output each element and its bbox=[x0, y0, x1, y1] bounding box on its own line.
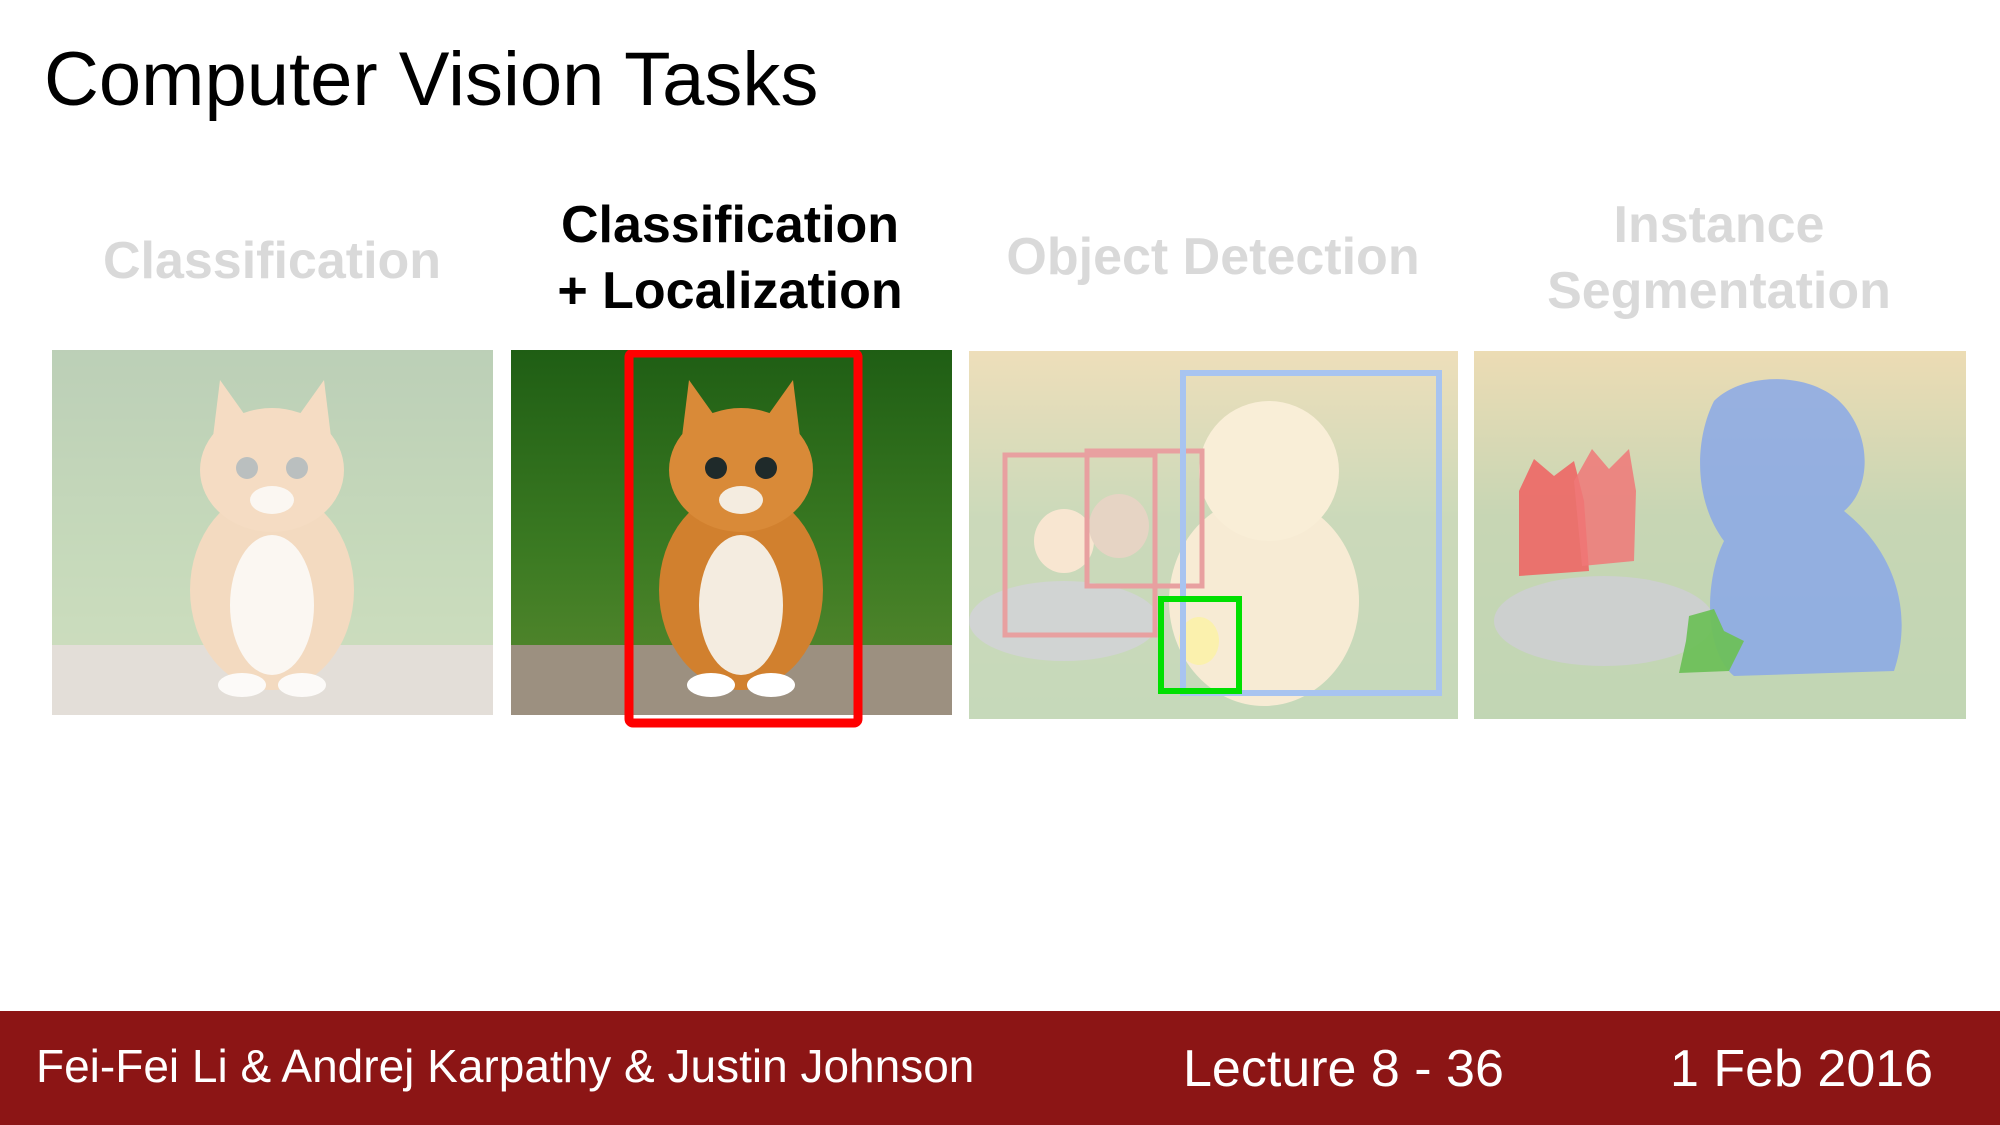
footer-authors: Fei-Fei Li & Andrej Karpathy & Justin Jo… bbox=[36, 1040, 975, 1092]
task-heading-detection: Object Detection bbox=[968, 224, 1458, 290]
footer-lecture: Lecture 8 - 36 bbox=[1183, 1040, 1504, 1098]
footer-date: 1 Feb 2016 bbox=[1670, 1040, 1934, 1098]
task-heading-line: + Localization bbox=[557, 262, 903, 320]
classification-image bbox=[52, 350, 493, 715]
task-heading-line: Classification bbox=[560, 196, 900, 254]
localization-image bbox=[511, 350, 952, 730]
slide: Computer Vision Tasks Classification Cla… bbox=[0, 0, 2000, 1125]
task-heading-line: Object Detection bbox=[1006, 228, 1420, 286]
task-heading-segmentation: Instance Segmentation bbox=[1474, 192, 1964, 324]
task-heading-line: Instance bbox=[1613, 196, 1825, 254]
segmentation-image bbox=[1474, 351, 1966, 719]
detection-image bbox=[969, 351, 1458, 719]
cat-mask-2 bbox=[1574, 449, 1636, 566]
task-heading-classification: Classification bbox=[52, 228, 492, 294]
footer-bar: Fei-Fei Li & Andrej Karpathy & Justin Jo… bbox=[0, 1011, 2000, 1125]
task-heading-line: Segmentation bbox=[1547, 262, 1891, 320]
task-heading-localization: Classification + Localization bbox=[510, 192, 950, 324]
slide-title: Computer Vision Tasks bbox=[44, 37, 819, 122]
task-heading-line: Classification bbox=[102, 232, 442, 290]
